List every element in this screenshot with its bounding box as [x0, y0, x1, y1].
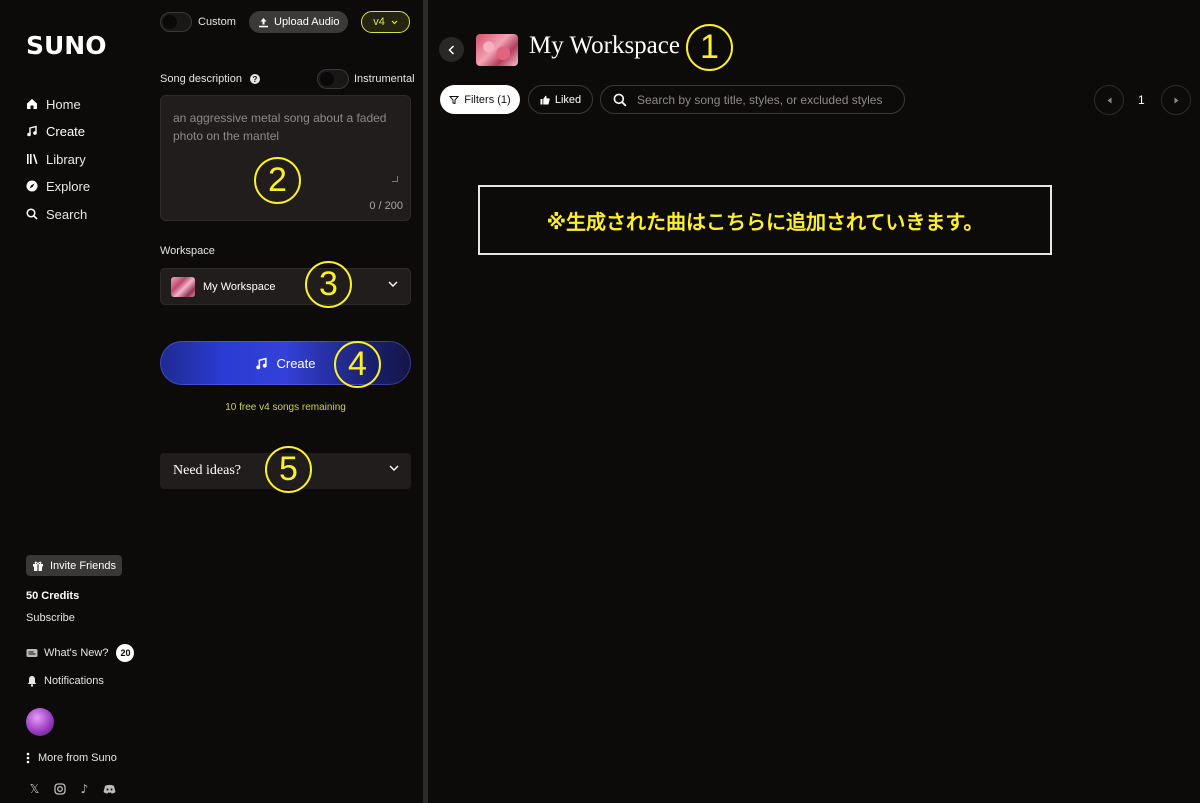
more-from-suno-button[interactable]: More from Suno — [26, 752, 117, 764]
nav-item-library[interactable]: Library — [26, 149, 86, 169]
song-description-placeholder: an aggressive metal song about a faded p… — [173, 111, 387, 143]
credits-count: 50 Credits — [26, 590, 80, 602]
version-select[interactable]: v4 — [361, 11, 410, 33]
music-note-icon — [256, 357, 268, 369]
chevron-down-icon — [389, 465, 399, 471]
previous-page-button[interactable] — [1094, 85, 1124, 115]
search-icon — [26, 208, 38, 220]
whats-new-button[interactable]: What's New? 20 — [26, 644, 135, 662]
user-avatar[interactable] — [26, 708, 54, 736]
invite-friends-label: Invite Friends — [50, 559, 117, 572]
home-icon — [27, 99, 37, 109]
filters-label: Filters (1) — [464, 93, 511, 106]
social-links: 𝕏 ♪ — [28, 782, 116, 796]
news-icon — [26, 649, 38, 657]
left-sidebar: SUNO Home Create Library Explore Search … — [0, 0, 145, 803]
workspace-thumbnail — [171, 276, 195, 297]
nav-item-search[interactable]: Search — [26, 204, 87, 224]
annotation-circle-3: 3 — [305, 261, 352, 308]
annotation-circle-5: 5 — [265, 446, 312, 493]
custom-label: Custom — [198, 16, 236, 28]
annotation-note: ※生成された曲はこちらに追加されていきます。 — [478, 185, 1052, 255]
nav-item-home[interactable]: Home — [26, 94, 81, 114]
workspace-select[interactable]: My Workspace — [160, 268, 411, 305]
thumbs-up-icon — [540, 95, 550, 104]
version-value: v4 — [373, 16, 385, 28]
chevron-down-icon — [388, 281, 398, 287]
song-description-label: Song description — [160, 73, 242, 85]
notifications-label: Notifications — [44, 675, 104, 687]
create-button-label: Create — [276, 355, 316, 371]
character-count: 0 / 200 — [369, 200, 403, 212]
annotation-circle-2: 2 — [254, 157, 301, 204]
whats-new-label: What's New? — [44, 647, 109, 659]
panel-divider[interactable] — [423, 0, 428, 803]
instagram-icon[interactable] — [53, 782, 66, 795]
more-from-suno-label: More from Suno — [38, 752, 117, 764]
liked-label: Liked — [554, 93, 582, 106]
instrumental-label: Instrumental — [354, 73, 415, 85]
bell-icon — [27, 676, 37, 687]
workspace-title: My Workspace — [529, 32, 680, 59]
notifications-button[interactable]: Notifications — [26, 675, 104, 687]
song-search-box[interactable] — [600, 85, 905, 114]
discord-icon[interactable] — [103, 782, 116, 795]
nav-item-create[interactable]: Create — [26, 121, 85, 141]
upload-icon — [259, 17, 268, 27]
caret-right-icon — [1174, 97, 1178, 103]
workspace-cover-image — [476, 34, 518, 66]
chevron-left-icon — [448, 44, 455, 55]
library-icon — [27, 154, 38, 164]
gift-icon — [33, 561, 43, 571]
nav-label-search: Search — [46, 206, 88, 222]
annotation-circle-4: 4 — [334, 341, 381, 388]
next-page-button[interactable] — [1161, 85, 1191, 115]
music-note-icon — [27, 125, 37, 137]
song-search-input[interactable] — [637, 92, 897, 107]
help-icon[interactable]: ? — [250, 74, 260, 84]
more-vertical-icon — [26, 752, 30, 764]
liked-filter-button[interactable]: Liked — [528, 85, 593, 114]
x-icon[interactable]: 𝕏 — [28, 782, 41, 796]
caret-left-icon — [1107, 97, 1111, 103]
songs-remaining-text: 10 free v4 songs remaining — [225, 402, 346, 413]
nav-item-explore[interactable]: Explore — [26, 176, 90, 196]
nav-label-explore: Explore — [46, 178, 91, 194]
create-panel: Custom Upload Audio v4 Song description … — [145, 0, 423, 803]
workspace-label: Workspace — [160, 245, 215, 257]
tiktok-icon[interactable]: ♪ — [78, 782, 91, 796]
instrumental-toggle[interactable] — [317, 69, 349, 89]
workspace-select-value: My Workspace — [203, 280, 276, 293]
upload-audio-label: Upload Audio — [274, 16, 340, 28]
upload-audio-button[interactable]: Upload Audio — [249, 11, 349, 33]
custom-toggle[interactable] — [160, 12, 192, 32]
filters-button[interactable]: Filters (1) — [440, 85, 520, 114]
current-page-number: 1 — [1138, 93, 1145, 107]
subscribe-link[interactable]: Subscribe — [26, 612, 75, 624]
search-icon — [613, 93, 627, 106]
annotation-circle-1: 1 — [686, 24, 733, 71]
filter-icon — [449, 95, 460, 104]
suno-logo[interactable]: SUNO — [26, 31, 106, 60]
nav-label-library: Library — [46, 151, 86, 167]
back-button[interactable] — [439, 37, 464, 62]
nav-label-create: Create — [46, 123, 86, 139]
need-ideas-label: Need ideas? — [173, 463, 242, 478]
chevron-down-icon — [391, 20, 398, 24]
whats-new-count-badge: 20 — [116, 644, 135, 662]
compass-icon — [26, 180, 38, 192]
nav-label-home: Home — [46, 96, 81, 112]
resize-handle[interactable] — [392, 176, 398, 182]
invite-friends-button[interactable]: Invite Friends — [26, 555, 123, 576]
